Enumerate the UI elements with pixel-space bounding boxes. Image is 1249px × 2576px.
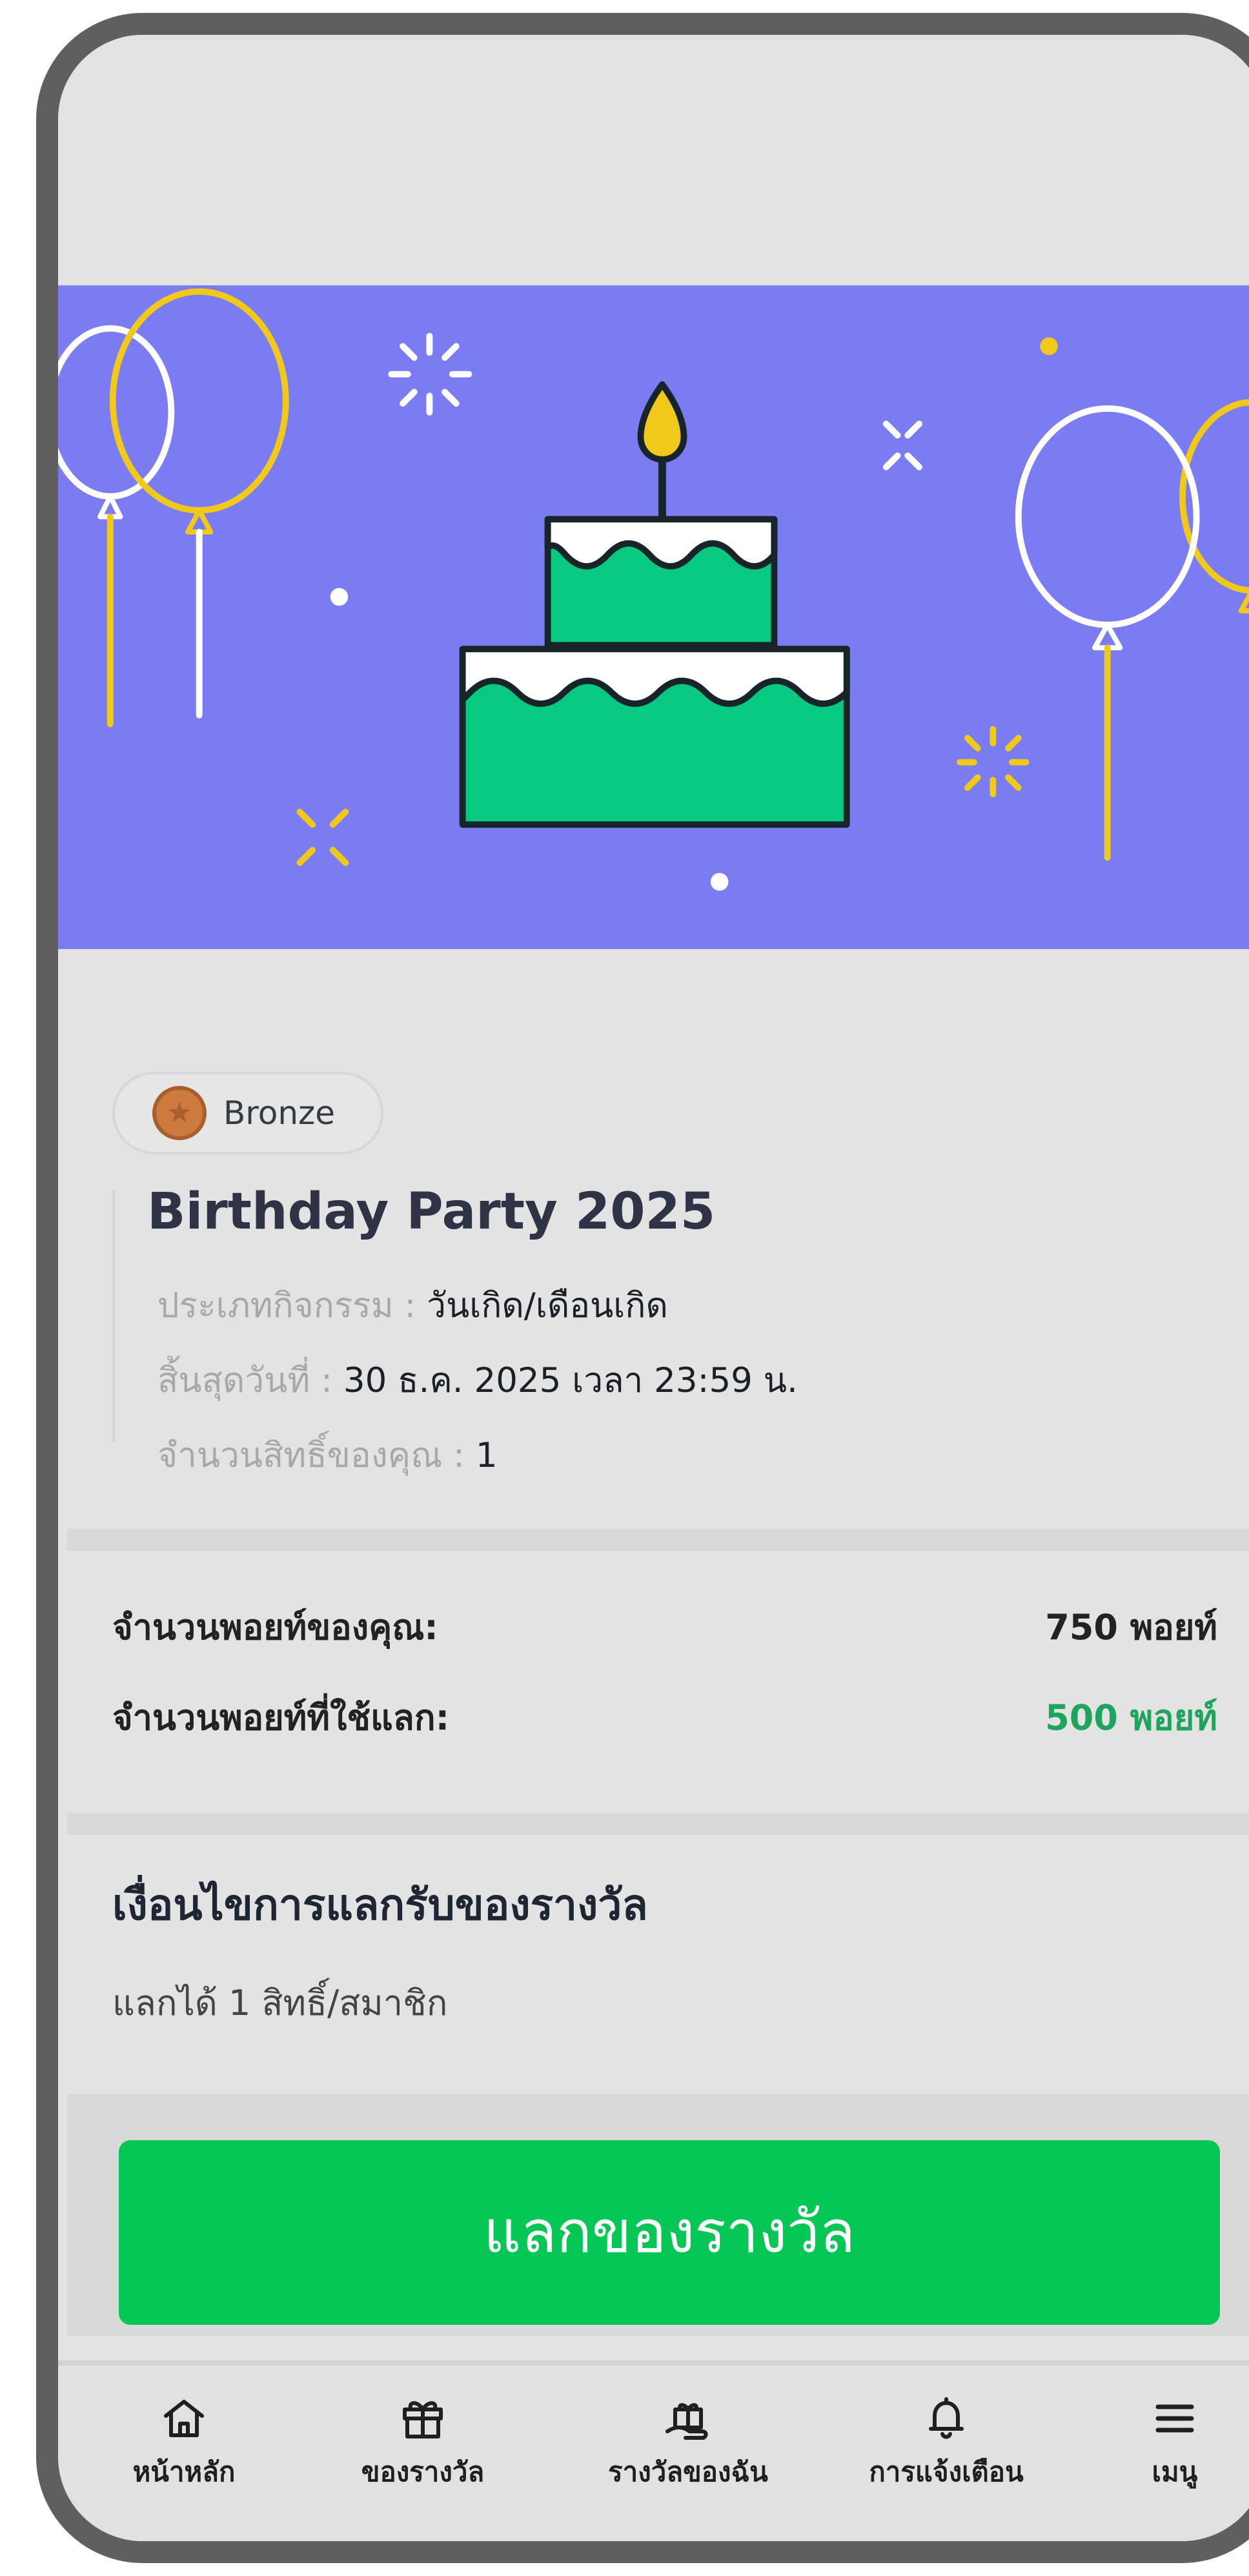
nav-item-menu[interactable]: เมนู: [1117, 2391, 1233, 2486]
nav-label-my-rewards: รางวัลของฉัน: [608, 2456, 768, 2488]
activity-type-value: วันเกิด/เดือนเกิด: [427, 1286, 668, 1325]
conditions-title: เงื่อนไขการแลกรับของรางวัล: [112, 1880, 648, 1930]
my-rewards-icon: [661, 2391, 715, 2446]
nav-item-home[interactable]: หน้าหลัก: [105, 2391, 263, 2486]
title-accent-line: [112, 1189, 115, 1442]
your-points-row: จำนวนพอยท์ของคุณ: 750 พอยท์: [112, 1610, 1217, 1645]
gift-icon: [396, 2391, 450, 2446]
nav-label-home: หน้าหลัก: [132, 2456, 236, 2488]
your-points-label: จำนวนพอยท์ของคุณ:: [112, 1607, 438, 1648]
birthday-illustration: [58, 288, 1249, 891]
reward-details: ★ Bronze Birthday Party 2025 ประเภทกิจกร…: [58, 949, 1249, 2541]
section-divider-top: [67, 1529, 1249, 1551]
tier-label: Bronze: [223, 1094, 336, 1132]
reward-title: Birthday Party 2025: [147, 1183, 716, 1241]
top-bar: [58, 35, 1249, 285]
nav-label-notifications: การแจ้งเตือน: [869, 2456, 1024, 2488]
expiry-value: 30 ธ.ค. 2025 เวลา 23:59 น.: [343, 1361, 798, 1400]
rights-label: จำนวนสิทธิ์ของคุณ :: [157, 1436, 465, 1475]
phone-frame: ★ Bronze Birthday Party 2025 ประเภทกิจกร…: [36, 13, 1249, 2563]
activity-type-label: ประเภทกิจกรรม :: [157, 1286, 416, 1325]
rights-row: จำนวนสิทธิ์ของคุณ : 1: [157, 1438, 498, 1473]
redeem-cost-value: 500 พอยท์: [1045, 1697, 1217, 1738]
nav-item-notifications[interactable]: การแจ้งเตือน: [824, 2391, 1069, 2486]
nav-item-rewards[interactable]: ของรางวัล: [337, 2391, 509, 2486]
expiry-label: สิ้นสุดวันที่ :: [157, 1361, 332, 1400]
bronze-medal-icon: ★: [152, 1086, 207, 1140]
nav-item-my-rewards[interactable]: รางวัลของฉัน: [565, 2391, 811, 2486]
redeem-cost-label: จำนวนพอยท์ที่ใช้แลก:: [112, 1697, 450, 1738]
bell-icon: [919, 2391, 973, 2446]
your-points-value: 750 พอยท์: [1045, 1607, 1217, 1648]
nav-label-menu: เมนู: [1152, 2456, 1198, 2488]
activity-type-row: ประเภทกิจกรรม : วันเกิด/เดือนเกิด: [157, 1289, 668, 1323]
menu-icon: [1148, 2391, 1202, 2446]
rights-value: 1: [475, 1436, 498, 1475]
tier-badge: ★ Bronze: [112, 1072, 383, 1154]
redeem-button[interactable]: แลกของรางวัล: [119, 2140, 1220, 2325]
birthday-banner: [58, 285, 1249, 949]
expiry-row: สิ้นสุดวันที่ : 30 ธ.ค. 2025 เวลา 23:59 …: [157, 1364, 798, 1398]
nav-label-rewards: ของรางวัล: [361, 2456, 485, 2488]
redeem-cost-row: จำนวนพอยท์ที่ใช้แลก: 500 พอยท์: [112, 1701, 1217, 1735]
section-divider-middle: [67, 1813, 1249, 1835]
home-icon: [157, 2391, 211, 2446]
conditions-text: แลกได้ 1 สิทธิ์/สมาชิก: [112, 1983, 448, 2023]
bottom-navigation: หน้าหลัก ของรางวัล รางวัลของฉัน การแจ้งเ…: [58, 2360, 1249, 2541]
